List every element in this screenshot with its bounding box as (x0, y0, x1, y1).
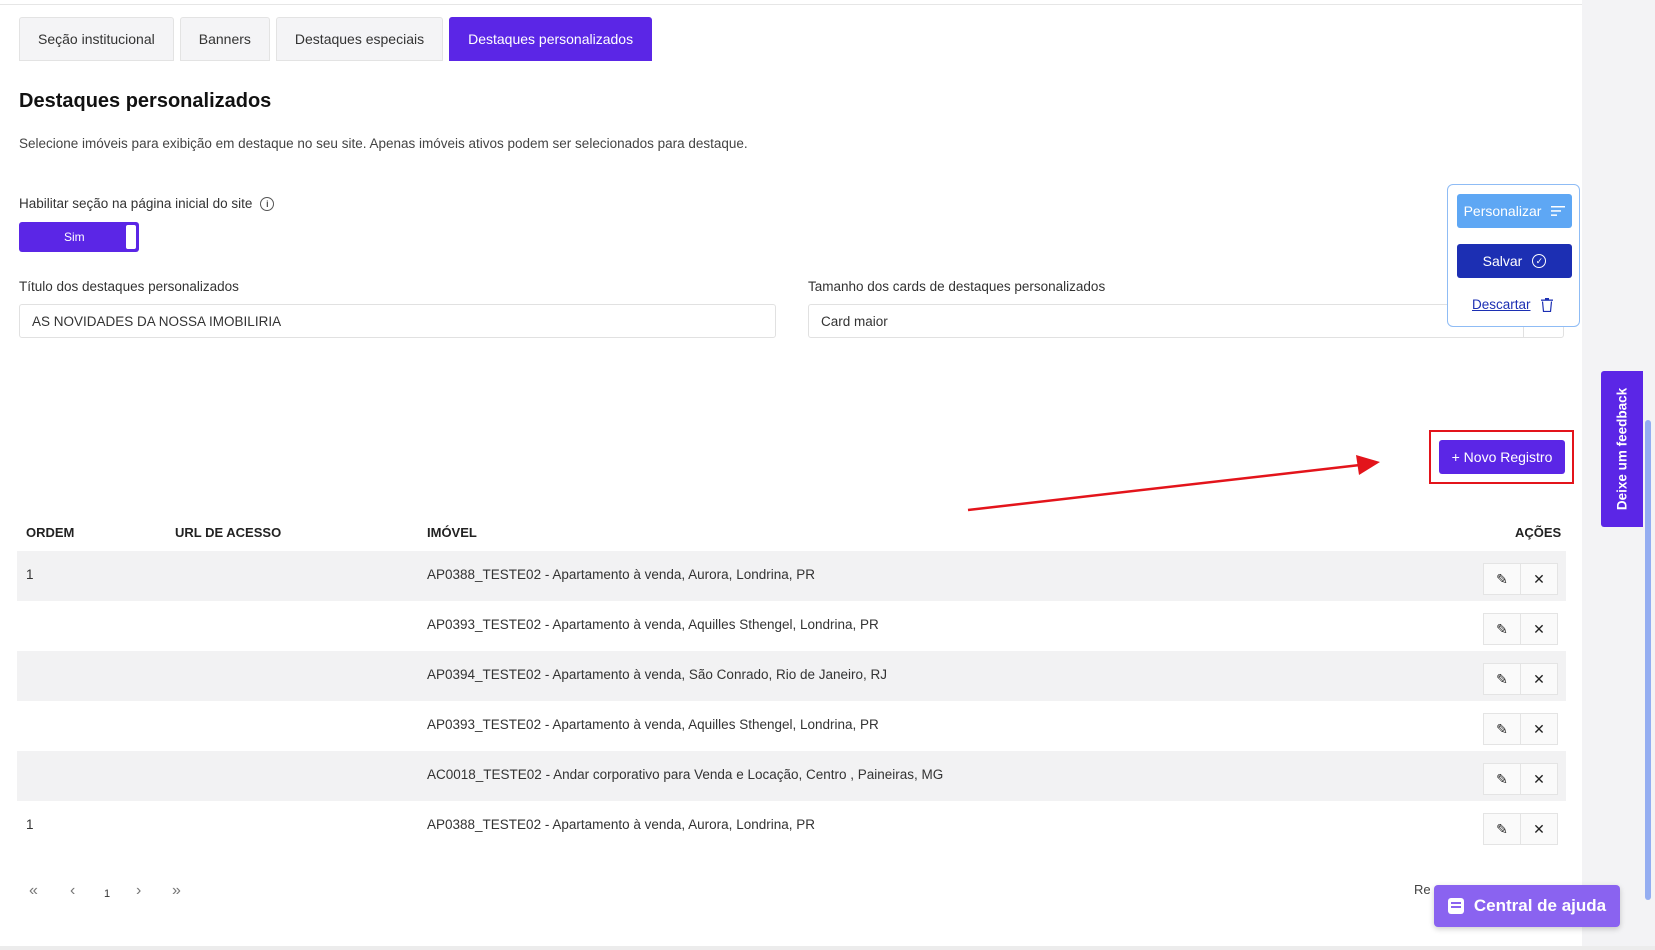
card-size-label: Tamanho dos cards de destaques personali… (808, 279, 1106, 294)
personalizar-label: Personalizar (1463, 203, 1542, 219)
cell-imovel: AC0018_TESTE02 - Andar corporativo para … (427, 767, 944, 782)
edit-button[interactable]: ✎ (1483, 713, 1521, 745)
cell-ordem: 1 (26, 567, 34, 582)
close-icon: ✕ (1533, 720, 1545, 737)
delete-button[interactable]: ✕ (1520, 563, 1558, 595)
toggle-value: Sim (64, 230, 85, 244)
edit-button[interactable]: ✎ (1483, 763, 1521, 795)
chat-icon (1447, 898, 1464, 914)
cell-imovel: AP0388_TESTE02 - Apartamento à venda, Au… (427, 817, 815, 832)
edit-button[interactable]: ✎ (1483, 563, 1521, 595)
title-field-value: AS NOVIDADES DA NOSSA IMOBILIRIA (32, 313, 282, 329)
delete-button[interactable]: ✕ (1520, 613, 1558, 645)
title-field[interactable]: AS NOVIDADES DA NOSSA IMOBILIRIA (19, 304, 776, 338)
cell-imovel: AP0393_TESTE02 - Apartamento à venda, Aq… (427, 717, 879, 732)
cell-ordem: 1 (26, 817, 34, 832)
page-title: Destaques personalizados (19, 90, 272, 112)
pencil-icon: ✎ (1496, 770, 1508, 787)
delete-button[interactable]: ✕ (1520, 663, 1558, 695)
col-header-imovel: IMÓVEL (427, 525, 477, 540)
pencil-icon: ✎ (1496, 570, 1508, 587)
tab-destaques-especiais[interactable]: Destaques especiais (275, 17, 444, 61)
cell-imovel: AP0393_TESTE02 - Apartamento à venda, Aq… (427, 617, 879, 632)
trash-icon (1540, 297, 1553, 312)
title-field-label: Título dos destaques personalizados (19, 279, 239, 294)
table-row: AC0018_TESTE02 - Andar corporativo para … (17, 751, 1566, 801)
salvar-button[interactable]: Salvar ✓ (1457, 244, 1572, 278)
annotation-arrow (967, 455, 1380, 512)
help-center-label: Central de ajuda (1473, 896, 1607, 915)
table-row: 1 AP0388_TESTE02 - Apartamento à venda, … (17, 801, 1566, 851)
feedback-label: Deixe um feedback (1614, 387, 1630, 511)
novo-registro-button[interactable]: + Novo Registro (1439, 440, 1565, 474)
col-header-url: URL DE ACESSO (175, 525, 282, 540)
tab-banners[interactable]: Banners (179, 17, 270, 61)
card-size-value: Card maior (821, 313, 888, 329)
table-row: AP0393_TESTE02 - Apartamento à venda, Aq… (17, 601, 1566, 651)
records-count-text: Re (1414, 882, 1431, 897)
top-divider (0, 4, 1582, 5)
tab-bar: Seção institucional Banners Destaques es… (19, 17, 653, 61)
close-icon: ✕ (1533, 570, 1545, 587)
cell-imovel: AP0394_TESTE02 - Apartamento à venda, Sã… (427, 667, 888, 682)
bottom-divider (0, 946, 1655, 950)
table-row: AP0394_TESTE02 - Apartamento à venda, Sã… (17, 651, 1566, 701)
edit-button[interactable]: ✎ (1483, 613, 1521, 645)
close-icon: ✕ (1533, 670, 1545, 687)
edit-button[interactable]: ✎ (1483, 663, 1521, 695)
personalizar-button[interactable]: Personalizar (1457, 194, 1572, 228)
info-icon[interactable]: i (260, 196, 275, 211)
table-row: AP0393_TESTE02 - Apartamento à venda, Aq… (17, 701, 1566, 751)
toggle-knob (126, 225, 136, 249)
descartar-label: Descartar (1472, 297, 1531, 312)
prev-page-icon[interactable]: ‹ (70, 882, 75, 900)
check-circle-icon: ✓ (1532, 254, 1547, 268)
enable-section-label: Habilitar seção na página inicial do sit… (19, 196, 275, 211)
current-page[interactable]: 1 (104, 888, 110, 900)
tab-destaques-personalizados[interactable]: Destaques personalizados (449, 17, 653, 61)
filter-lines-icon (1551, 206, 1566, 216)
floating-action-panel: Personalizar Salvar ✓ Descartar (1447, 184, 1580, 327)
delete-button[interactable]: ✕ (1520, 713, 1558, 745)
col-header-ordem: ORDEM (26, 525, 75, 540)
main-content: Seção institucional Banners Destaques es… (0, 0, 1582, 950)
feedback-tab[interactable]: Deixe um feedback (1601, 371, 1643, 527)
close-icon: ✕ (1533, 620, 1545, 637)
pencil-icon: ✎ (1496, 820, 1508, 837)
first-page-icon[interactable]: « (29, 882, 38, 900)
close-icon: ✕ (1533, 820, 1545, 837)
cell-imovel: AP0388_TESTE02 - Apartamento à venda, Au… (427, 567, 815, 582)
descartar-link[interactable]: Descartar (1472, 297, 1553, 312)
enable-section-label-text: Habilitar seção na página inicial do sit… (19, 196, 253, 211)
pencil-icon: ✎ (1496, 670, 1508, 687)
delete-button[interactable]: ✕ (1520, 813, 1558, 845)
close-icon: ✕ (1533, 770, 1545, 787)
salvar-label: Salvar (1482, 253, 1523, 269)
enable-section-toggle[interactable]: Sim (19, 222, 139, 252)
page-description: Selecione imóveis para exibição em desta… (19, 136, 748, 151)
pencil-icon: ✎ (1496, 620, 1508, 637)
next-page-icon[interactable]: › (136, 882, 141, 900)
col-header-acoes: AÇÕES (1515, 525, 1562, 540)
scrollbar[interactable] (1645, 420, 1651, 900)
help-center-button[interactable]: Central de ajuda (1434, 885, 1620, 927)
last-page-icon[interactable]: » (172, 882, 181, 900)
tab-secao-institucional[interactable]: Seção institucional (19, 17, 174, 61)
delete-button[interactable]: ✕ (1520, 763, 1558, 795)
edit-button[interactable]: ✎ (1483, 813, 1521, 845)
table-row: 1 AP0388_TESTE02 - Apartamento à venda, … (17, 551, 1566, 601)
pencil-icon: ✎ (1496, 720, 1508, 737)
